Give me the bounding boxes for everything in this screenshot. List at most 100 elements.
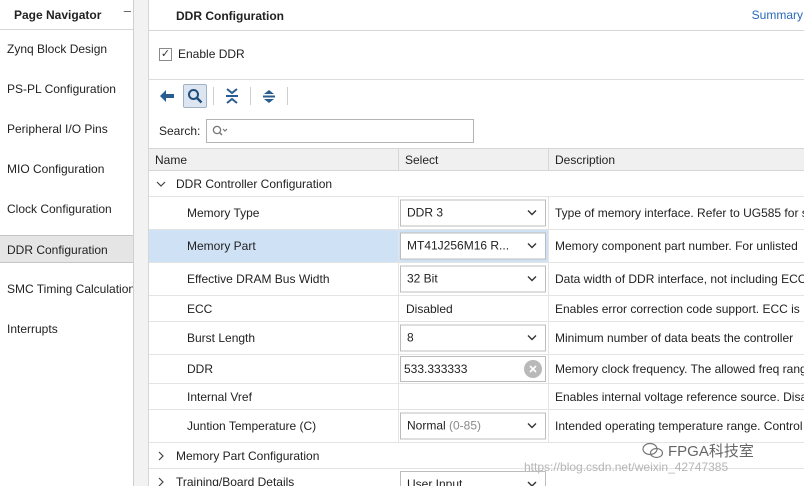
page-navigator-header: Page Navigator – (0, 0, 133, 30)
temperature-dropdown[interactable]: Normal (0-85) (400, 412, 546, 440)
nav-item-ddr-configuration[interactable]: DDR Configuration (0, 235, 133, 263)
tree-toolbar (155, 84, 294, 108)
dropdown-value: DDR 3 (407, 205, 444, 220)
select-cell: DDR 3 (399, 197, 549, 229)
description-cell: Intended operating temperature range. Co… (549, 410, 804, 442)
range-hint: (0-85) (449, 418, 482, 433)
table-row-selected: Memory Part MT41J256M16 R... Memory comp… (149, 230, 804, 263)
enable-ddr-row: ✓ Enable DDR (159, 45, 245, 63)
nav-item-interrupts[interactable]: Interrupts (0, 315, 133, 343)
burst-length-dropdown[interactable]: 8 (400, 324, 546, 352)
search-icon (212, 125, 228, 140)
nav-item-clock-configuration[interactable]: Clock Configuration (0, 195, 133, 223)
search-input[interactable] (229, 123, 470, 139)
summary-link[interactable]: Summary (752, 8, 803, 22)
watermark: FPGA科技室 (642, 440, 754, 461)
chevron-down-icon (527, 210, 537, 216)
description-cell: Memory component part number. For unlist… (549, 230, 804, 262)
table-row: Juntion Temperature (C) Normal (0-85) In… (149, 410, 804, 443)
expand-all-icon[interactable] (257, 84, 281, 108)
description-cell: Type of memory interface. Refer to UG585… (549, 197, 804, 229)
memory-part-dropdown[interactable]: MT41J256M16 R... (400, 232, 546, 260)
nav-item-ps-pl-configuration[interactable]: PS-PL Configuration (0, 75, 133, 103)
minimize-icon[interactable]: – (124, 3, 131, 18)
nav-item-smc-timing-calculation[interactable]: SMC Timing Calculation (0, 275, 133, 303)
nav-item-peripheral-io-pins[interactable]: Peripheral I/O Pins (0, 115, 133, 143)
name-cell: DDR (149, 355, 399, 383)
name-cell: ECC (149, 296, 399, 321)
clear-icon[interactable] (524, 360, 542, 378)
column-header-name[interactable]: Name (149, 149, 399, 171)
toolbar-divider (250, 87, 251, 105)
select-cell: MT41J256M16 R... (399, 230, 549, 262)
ddr-frequency-input[interactable]: 533.333333 (400, 356, 546, 382)
nav-item-zynq-block-design[interactable]: Zynq Block Design (0, 35, 133, 63)
name-cell: Juntion Temperature (C) (149, 410, 399, 442)
select-cell: 8 (399, 322, 549, 354)
chevron-down-icon (527, 423, 537, 429)
table-row: DDR 533.333333 Memory clock frequency. T… (149, 355, 804, 384)
watermark-text: FPGA科技室 (668, 443, 754, 460)
param-name: Memory Type (187, 206, 260, 220)
dropdown-value: Normal (407, 418, 446, 433)
description-cell: Enables internal voltage reference sourc… (549, 384, 804, 409)
chevron-down-icon (527, 243, 537, 249)
tree-group-ddr-controller[interactable]: DDR Controller Configuration (149, 171, 804, 197)
table-row: Memory Type DDR 3 Type of memory interfa… (149, 197, 804, 230)
chevron-down-icon (527, 335, 537, 341)
nav-item-mio-configuration[interactable]: MIO Configuration (0, 155, 133, 183)
description-cell: Minimum number of data beats the control… (549, 322, 804, 354)
description-cell: Enables error correction code support. E… (549, 296, 804, 321)
table-row: Internal Vref Enables internal voltage r… (149, 384, 804, 410)
chevron-down-icon (527, 276, 537, 282)
divider (149, 79, 804, 80)
select-cell: 533.333333 (399, 355, 549, 383)
memory-type-dropdown[interactable]: DDR 3 (400, 199, 546, 227)
column-header-description[interactable]: Description (549, 149, 804, 171)
dropdown-value: User Input (407, 477, 463, 486)
chevron-right-icon[interactable] (156, 477, 166, 486)
name-cell: Memory Part (149, 230, 399, 262)
select-cell: 32 Bit (399, 263, 549, 295)
dropdown-value: MT41J256M16 R... (407, 238, 510, 253)
input-value: 533.333333 (404, 362, 468, 376)
collapse-all-icon[interactable] (220, 84, 244, 108)
watermark-url: https://blog.csdn.net/weixin_42747385 (524, 460, 729, 474)
bus-width-dropdown[interactable]: 32 Bit (400, 265, 546, 293)
panel-header: DDR Configuration Summary (149, 0, 804, 31)
vivado-zynq-configuration-window: Page Navigator – Zynq Block Design PS-PL… (0, 0, 804, 486)
chevron-down-icon (527, 481, 537, 486)
chevron-right-icon[interactable] (156, 451, 166, 461)
ecc-value: Disabled (406, 301, 453, 316)
chevron-down-icon[interactable] (156, 179, 166, 189)
group-label: Memory Part Configuration (176, 448, 320, 463)
column-header-select[interactable]: Select (399, 149, 549, 171)
description-cell: Data width of DDR interface, not includi… (549, 263, 804, 295)
search-field[interactable] (206, 119, 475, 143)
table-row: Effective DRAM Bus Width 32 Bit Data wid… (149, 263, 804, 296)
name-cell: Internal Vref (149, 384, 399, 409)
name-cell: Burst Length (149, 322, 399, 354)
search-icon[interactable] (183, 84, 207, 108)
group-label: Training/Board Details (176, 475, 295, 486)
param-name: Burst Length (187, 331, 256, 345)
search-label: Search: (159, 124, 201, 138)
splitter[interactable] (134, 0, 148, 486)
table-header: Name Select Description (149, 148, 804, 171)
dropdown-value: 8 (407, 330, 414, 345)
description-cell: Memory clock frequency. The allowed freq… (549, 355, 804, 383)
name-cell: Memory Type (149, 197, 399, 229)
select-cell: Normal (0-85) (399, 410, 549, 442)
select-cell: Disabled (399, 296, 549, 321)
toolbar-divider (213, 87, 214, 105)
param-name: Effective DRAM Bus Width (187, 272, 330, 286)
param-name: Juntion Temperature (C) (187, 419, 317, 433)
back-arrow-icon[interactable] (155, 84, 179, 108)
ddr-configuration-panel: DDR Configuration Summary ✓ Enable DDR S… (148, 0, 804, 486)
page-navigator-title: Page Navigator (14, 8, 102, 22)
table-row: Burst Length 8 Minimum number of data be… (149, 322, 804, 355)
page-navigator: Page Navigator – Zynq Block Design PS-PL… (0, 0, 134, 486)
enable-ddr-checkbox[interactable]: ✓ (159, 47, 172, 61)
param-name: Memory Part (187, 239, 256, 253)
wechat-icon (642, 442, 664, 458)
